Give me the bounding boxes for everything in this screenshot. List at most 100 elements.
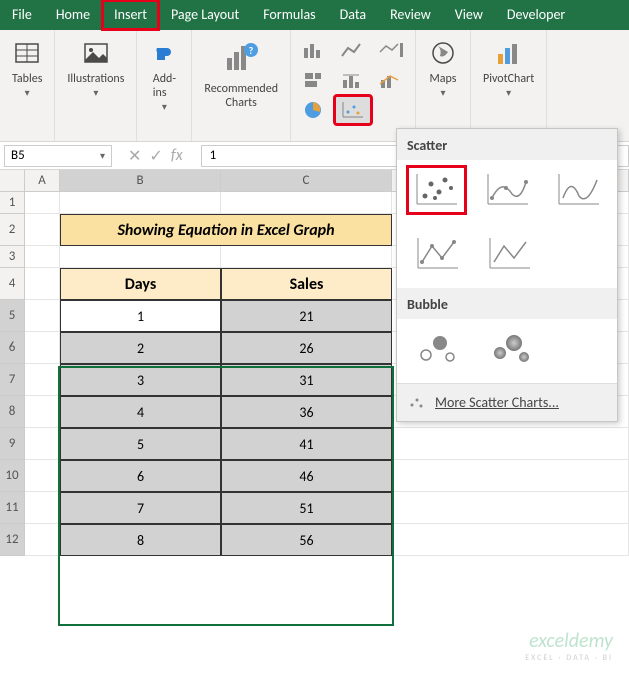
table-cell[interactable]: 4 bbox=[60, 396, 221, 428]
row-header[interactable]: 8 bbox=[0, 396, 25, 428]
hierarchy-chart-button[interactable] bbox=[297, 66, 333, 94]
group-illustrations[interactable]: Illustrations ▾ bbox=[55, 30, 137, 141]
group-tables[interactable]: Tables ▾ bbox=[0, 30, 55, 141]
addins-icon bbox=[149, 38, 179, 68]
table-cell[interactable]: 3 bbox=[60, 364, 221, 396]
scatter-more-icon bbox=[407, 395, 427, 411]
row-header[interactable]: 4 bbox=[0, 268, 25, 300]
tab-data[interactable]: Data bbox=[328, 0, 378, 30]
bubble-option[interactable] bbox=[407, 325, 467, 373]
tab-view[interactable]: View bbox=[443, 0, 495, 30]
cell[interactable] bbox=[25, 246, 60, 268]
svg-text:?: ? bbox=[249, 44, 254, 57]
enter-icon[interactable]: ✓ bbox=[149, 146, 162, 166]
tables-label: Tables bbox=[12, 72, 42, 86]
row-header[interactable]: 12 bbox=[0, 524, 25, 556]
col-header-c[interactable]: C bbox=[221, 170, 392, 192]
cell[interactable] bbox=[221, 246, 392, 268]
area-chart-button[interactable] bbox=[373, 36, 409, 64]
row-header[interactable]: 9 bbox=[0, 428, 25, 460]
table-cell[interactable]: 36 bbox=[221, 396, 392, 428]
table-cell[interactable]: 8 bbox=[60, 524, 221, 556]
row-header[interactable]: 2 bbox=[0, 214, 25, 246]
col-header-a[interactable]: A bbox=[25, 170, 60, 192]
cell[interactable] bbox=[25, 396, 60, 428]
scatter-dropdown: Scatter Bubble More Scatter Charts... bbox=[396, 128, 618, 422]
cell[interactable] bbox=[392, 492, 629, 524]
line-chart-button[interactable] bbox=[335, 36, 371, 64]
row-header[interactable]: 11 bbox=[0, 492, 25, 524]
more-scatter-charts[interactable]: More Scatter Charts... bbox=[397, 383, 617, 421]
cell-c5[interactable]: 21 bbox=[221, 300, 392, 332]
table-cell[interactable]: 46 bbox=[221, 460, 392, 492]
cell[interactable] bbox=[392, 428, 629, 460]
group-addins[interactable]: Add-ins ▾ bbox=[137, 30, 192, 141]
group-charts bbox=[291, 30, 416, 141]
tab-formulas[interactable]: Formulas bbox=[251, 0, 327, 30]
cell[interactable] bbox=[392, 524, 629, 556]
cell[interactable] bbox=[25, 300, 60, 332]
table-cell[interactable]: 41 bbox=[221, 428, 392, 460]
cell[interactable] bbox=[25, 364, 60, 396]
cell[interactable] bbox=[25, 332, 60, 364]
scatter-smooth-option[interactable] bbox=[478, 166, 537, 214]
row-header[interactable]: 10 bbox=[0, 460, 25, 492]
name-box[interactable]: B5 ▾ bbox=[4, 145, 112, 167]
table-cell[interactable]: 31 bbox=[221, 364, 392, 396]
cell[interactable] bbox=[25, 428, 60, 460]
cell-b5[interactable]: 1 bbox=[60, 300, 221, 332]
cell[interactable] bbox=[25, 524, 60, 556]
illustrations-icon bbox=[81, 38, 111, 68]
bubble-3d-option[interactable] bbox=[479, 325, 539, 373]
select-all-corner[interactable] bbox=[0, 170, 25, 192]
header-days[interactable]: Days bbox=[60, 268, 221, 300]
table-cell[interactable]: 6 bbox=[60, 460, 221, 492]
cell[interactable] bbox=[25, 492, 60, 524]
scatter-chart-button[interactable] bbox=[335, 96, 371, 124]
pivotchart-icon bbox=[494, 38, 524, 68]
tab-file[interactable]: File bbox=[0, 0, 44, 30]
fx-icon[interactable]: fx bbox=[171, 146, 183, 166]
group-maps[interactable]: Maps ▾ bbox=[416, 30, 471, 141]
table-cell[interactable]: 2 bbox=[60, 332, 221, 364]
pie-chart-button[interactable] bbox=[297, 96, 333, 124]
cell[interactable] bbox=[25, 460, 60, 492]
header-sales[interactable]: Sales bbox=[221, 268, 392, 300]
combo-chart-button[interactable] bbox=[373, 66, 409, 94]
addins-label: Add-ins bbox=[153, 72, 176, 100]
table-cell[interactable]: 51 bbox=[221, 492, 392, 524]
group-pivotchart[interactable]: PivotChart ▾ bbox=[471, 30, 547, 141]
tab-insert[interactable]: Insert bbox=[102, 0, 159, 30]
row-header[interactable]: 5 bbox=[0, 300, 25, 332]
row-header[interactable]: 6 bbox=[0, 332, 25, 364]
tab-page-layout[interactable]: Page Layout bbox=[159, 0, 251, 30]
cell[interactable] bbox=[25, 214, 60, 246]
cell[interactable] bbox=[25, 192, 60, 214]
cell[interactable] bbox=[221, 192, 392, 214]
table-cell[interactable]: 26 bbox=[221, 332, 392, 364]
scatter-smooth-nomarkers-option[interactable] bbox=[548, 166, 607, 214]
scatter-lines-option[interactable] bbox=[407, 230, 467, 278]
tab-home[interactable]: Home bbox=[44, 0, 102, 30]
title-cell[interactable]: Showing Equation in Excel Graph bbox=[60, 214, 392, 246]
cancel-icon[interactable]: ✕ bbox=[128, 146, 141, 166]
cell[interactable] bbox=[25, 268, 60, 300]
table-cell[interactable]: 56 bbox=[221, 524, 392, 556]
scatter-option[interactable] bbox=[407, 166, 466, 214]
tab-review[interactable]: Review bbox=[378, 0, 443, 30]
table-cell[interactable]: 5 bbox=[60, 428, 221, 460]
col-header-b[interactable]: B bbox=[60, 170, 221, 192]
tab-developer[interactable]: Developer bbox=[495, 0, 577, 30]
cell[interactable] bbox=[392, 460, 629, 492]
row-header[interactable]: 3 bbox=[0, 246, 25, 268]
row-header[interactable]: 1 bbox=[0, 192, 25, 214]
row-header[interactable]: 7 bbox=[0, 364, 25, 396]
column-chart-button[interactable] bbox=[297, 36, 333, 64]
table-cell[interactable]: 7 bbox=[60, 492, 221, 524]
cell[interactable] bbox=[60, 192, 221, 214]
scatter-lines-nomarkers-option[interactable] bbox=[479, 230, 539, 278]
cell[interactable] bbox=[60, 246, 221, 268]
surface-chart-button[interactable] bbox=[373, 96, 409, 124]
stat-chart-button[interactable] bbox=[335, 66, 371, 94]
group-recommended-charts[interactable]: ? RecommendedCharts bbox=[192, 30, 291, 141]
